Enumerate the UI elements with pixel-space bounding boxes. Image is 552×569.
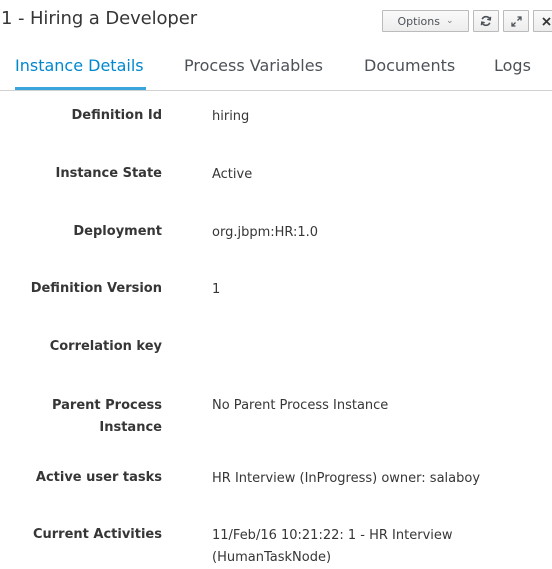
detail-label: Deployment xyxy=(73,224,162,239)
detail-label: Definition Version xyxy=(30,281,162,296)
options-dropdown-button[interactable]: Options ⌄ xyxy=(382,10,469,32)
active-tab-indicator xyxy=(15,87,146,90)
tab-logs[interactable]: Logs xyxy=(494,56,531,75)
page-title: 1 - Hiring a Developer xyxy=(1,8,198,29)
refresh-icon xyxy=(480,15,492,27)
expand-button[interactable] xyxy=(503,10,529,32)
tab-bar: Instance Details Process Variables Docum… xyxy=(0,44,552,91)
close-button[interactable] xyxy=(533,10,552,32)
detail-value: 11/Feb/16 10:21:22: 1 - HR Interview (Hu… xyxy=(212,528,453,565)
tab-instance-details[interactable]: Instance Details xyxy=(15,56,144,75)
panel-header: 1 - Hiring a Developer Options ⌄ xyxy=(0,0,552,44)
expand-icon xyxy=(510,15,522,27)
detail-value: HR Interview (InProgress) owner: salaboy xyxy=(212,471,481,486)
detail-label: Correlation key xyxy=(49,339,162,354)
detail-label: Instance State xyxy=(55,166,162,181)
refresh-button[interactable] xyxy=(473,10,499,32)
detail-value: 1 xyxy=(212,282,221,297)
detail-label: Definition Id xyxy=(71,108,162,123)
tab-process-variables[interactable]: Process Variables xyxy=(184,56,323,75)
detail-label: Active user tasks xyxy=(35,470,162,485)
detail-value: Active xyxy=(212,167,253,182)
chevron-down-icon: ⌄ xyxy=(445,16,454,26)
options-label: Options xyxy=(397,14,440,28)
detail-value: org.jbpm:HR:1.0 xyxy=(212,225,319,240)
tab-documents[interactable]: Documents xyxy=(364,56,455,75)
detail-label: Parent Process Instance xyxy=(51,398,162,435)
detail-label: Current Activities xyxy=(32,527,162,542)
detail-value: hiring xyxy=(212,109,250,124)
close-icon xyxy=(542,16,551,26)
detail-value: No Parent Process Instance xyxy=(212,398,389,413)
